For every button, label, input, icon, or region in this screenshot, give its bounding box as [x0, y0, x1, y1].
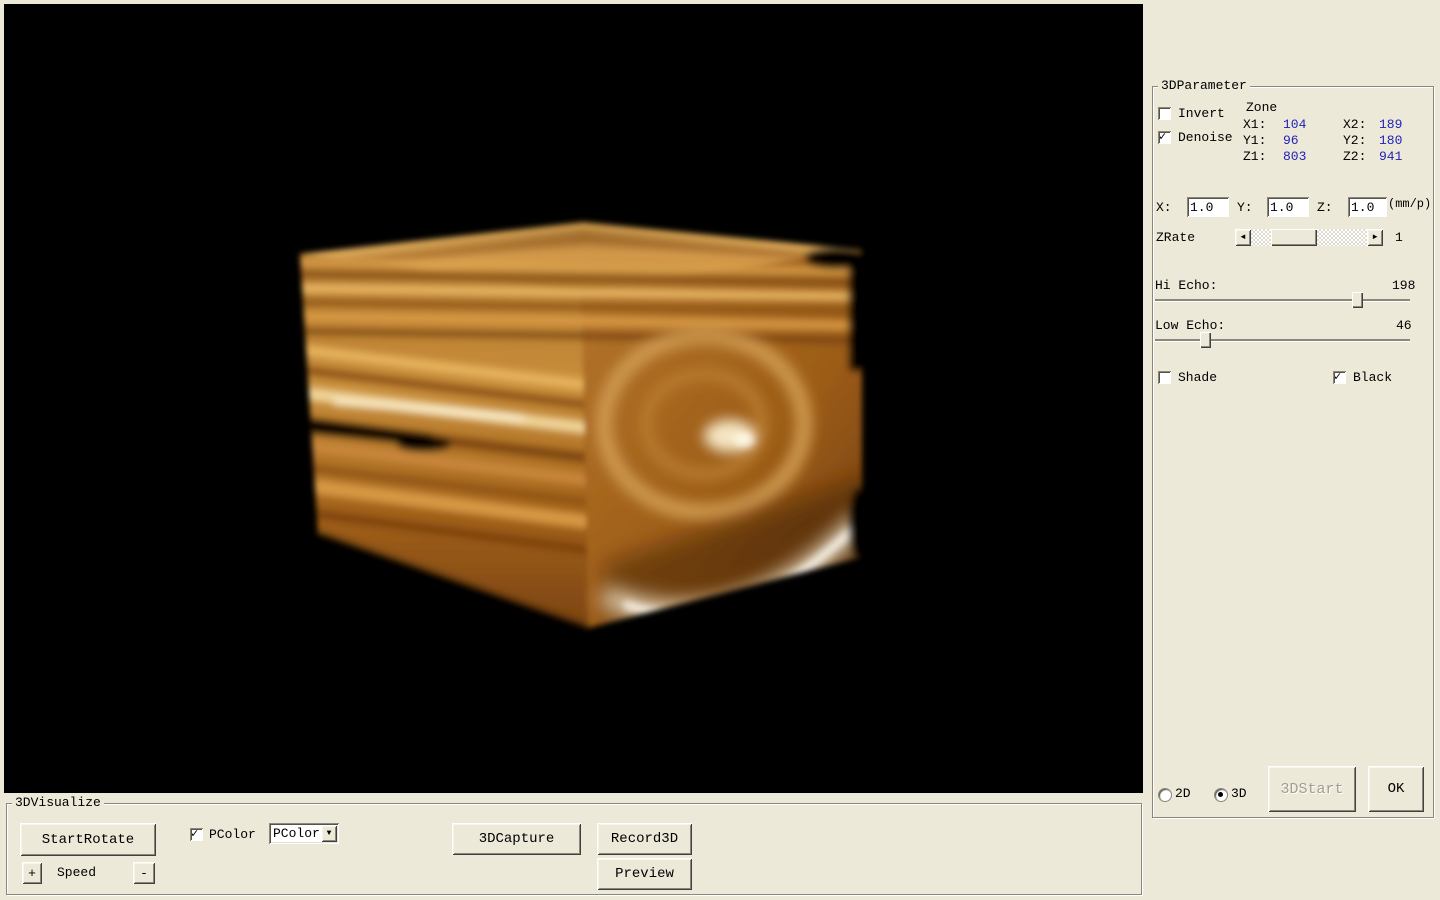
zone-y2-label: Y2: — [1343, 133, 1366, 148]
zone-x2-value: 189 — [1379, 117, 1402, 132]
zone-x1-label: X1: — [1243, 117, 1266, 132]
speed-plus-button[interactable]: + — [22, 862, 42, 884]
chevron-down-icon: ▼ — [327, 830, 332, 838]
volume-render — [4, 4, 1143, 793]
pcolor-dropdown-arrow-button[interactable]: ▼ — [321, 825, 337, 842]
scale-unit-label: (mm/p) — [1388, 197, 1431, 211]
zrate-label: ZRate — [1156, 230, 1195, 245]
denoise-label: Denoise — [1178, 130, 1233, 145]
parameter-group-title: 3DParameter — [1158, 79, 1250, 92]
hi-echo-value: 198 — [1392, 278, 1415, 293]
low-echo-value: 46 — [1396, 318, 1412, 333]
record3d-button[interactable]: Record3D — [597, 823, 692, 855]
mode-2d-radio[interactable] — [1158, 788, 1172, 802]
mode-3d-label: 3D — [1231, 786, 1247, 801]
pcolor-checkbox-label: PColor — [209, 827, 256, 842]
pcolor-dropdown[interactable]: PColor ▼ — [269, 823, 339, 844]
invert-checkbox[interactable] — [1158, 107, 1171, 120]
pcolor-dropdown-value: PColor — [273, 826, 320, 841]
speed-minus-button[interactable]: - — [133, 862, 155, 884]
speed-label: Speed — [57, 865, 96, 880]
scale-y-input[interactable] — [1267, 197, 1309, 217]
capture3d-button[interactable]: 3DCapture — [452, 823, 581, 855]
scale-x-label: X: — [1156, 200, 1172, 215]
invert-label: Invert — [1178, 106, 1225, 121]
low-echo-slider-track[interactable] — [1155, 339, 1410, 342]
zone-z2-value: 941 — [1379, 149, 1402, 164]
mode-3d-radio[interactable] — [1214, 788, 1228, 802]
start3d-button[interactable]: 3DStart — [1268, 766, 1356, 812]
hi-echo-label: Hi Echo: — [1155, 278, 1217, 293]
zrate-scroll-left-button[interactable]: ◄ — [1235, 229, 1251, 246]
scale-z-label: Z: — [1317, 200, 1333, 215]
scale-z-input[interactable] — [1348, 197, 1387, 217]
pcolor-checkbox[interactable] — [190, 828, 203, 841]
zone-title: Zone — [1246, 100, 1277, 115]
preview-button[interactable]: Preview — [597, 858, 692, 890]
zone-x2-label: X2: — [1343, 117, 1366, 132]
ok-button[interactable]: OK — [1368, 766, 1424, 812]
arrow-right-icon: ► — [1373, 234, 1378, 242]
start-rotate-button[interactable]: StartRotate — [20, 823, 156, 856]
arrow-left-icon: ◄ — [1241, 234, 1246, 242]
visualize-group-title: 3DVisualize — [12, 796, 104, 809]
black-checkbox[interactable] — [1333, 371, 1346, 384]
mode-2d-label: 2D — [1175, 786, 1191, 801]
zone-z1-label: Z1: — [1243, 149, 1266, 164]
shade-label: Shade — [1178, 370, 1217, 385]
shade-checkbox[interactable] — [1158, 371, 1171, 384]
zrate-scroll-right-button[interactable]: ► — [1367, 229, 1383, 246]
scale-x-input[interactable] — [1187, 197, 1229, 217]
zone-z1-value: 803 — [1283, 149, 1306, 164]
zrate-scroll-thumb[interactable] — [1271, 229, 1317, 246]
denoise-checkbox[interactable] — [1158, 131, 1171, 144]
render-viewport[interactable] — [4, 4, 1143, 793]
zrate-value: 1 — [1395, 230, 1403, 245]
zrate-scrollbar[interactable]: ◄ ► — [1235, 229, 1383, 246]
zone-y1-value: 96 — [1283, 133, 1299, 148]
zone-y1-label: Y1: — [1243, 133, 1266, 148]
parameter-groupbox — [1152, 86, 1434, 818]
black-label: Black — [1353, 370, 1392, 385]
low-echo-slider-thumb[interactable] — [1200, 332, 1211, 348]
zone-y2-value: 180 — [1379, 133, 1402, 148]
zone-z2-label: Z2: — [1343, 149, 1366, 164]
zone-x1-value: 104 — [1283, 117, 1306, 132]
hi-echo-slider-thumb[interactable] — [1352, 292, 1363, 308]
scale-y-label: Y: — [1237, 200, 1253, 215]
hi-echo-slider-track[interactable] — [1155, 299, 1410, 302]
low-echo-label: Low Echo: — [1155, 318, 1225, 333]
